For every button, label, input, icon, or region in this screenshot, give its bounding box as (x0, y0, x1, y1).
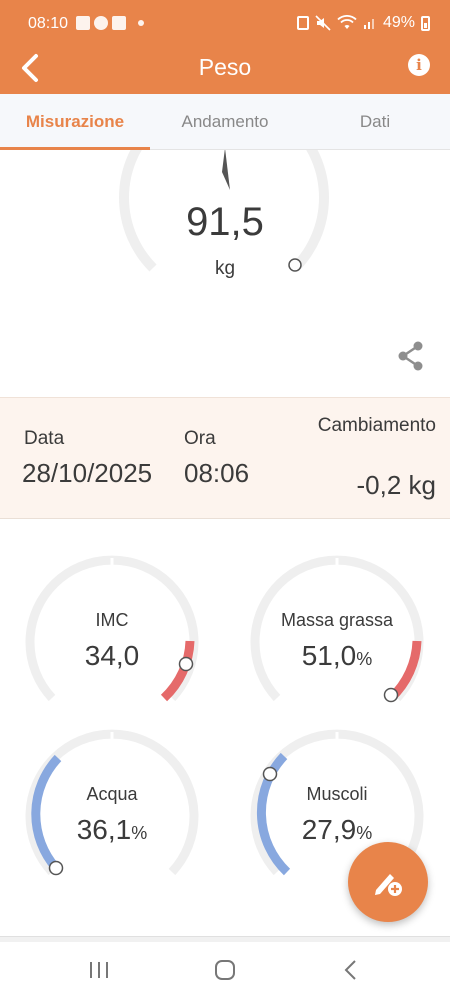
metric-label: Acqua (86, 784, 138, 804)
tab-bar: Misurazione Andamento Dati (0, 94, 450, 150)
date-label: Data (24, 428, 65, 449)
acqua-gauge-arc (25, 729, 199, 876)
metric-unit: % (131, 823, 148, 843)
notification-icons (76, 16, 144, 30)
date-value: 28/10/2025 (22, 458, 153, 488)
system-status: 49% (296, 14, 430, 32)
signal-icon (363, 19, 374, 29)
imc-gauge-arc (25, 555, 199, 702)
weight-needle (222, 150, 230, 190)
back-nav-icon (344, 960, 356, 980)
metric-gauge-acqua[interactable]: Acqua 36,1% (22, 726, 202, 896)
status-time: 08:10 (28, 15, 69, 32)
time-label: Ora (184, 428, 216, 449)
info-button[interactable]: i (408, 54, 430, 76)
status-bar: 08:10 49% (0, 0, 450, 48)
avatar-notification-icon (94, 16, 108, 30)
massa-grassa-gauge-arc (250, 555, 424, 703)
app-bar: Peso i (0, 48, 450, 94)
metric-value-wrap: 36,1% (22, 814, 202, 846)
home-icon (215, 960, 235, 980)
home-button[interactable] (213, 958, 237, 987)
weight-unit: kg (214, 258, 236, 279)
system-nav-bar (0, 942, 450, 1000)
time-value: 08:06 (184, 458, 250, 488)
metric-unit: % (356, 823, 373, 843)
check-notification-icon (112, 16, 126, 30)
share-icon (398, 341, 423, 371)
metric-value-wrap: 34,0 (22, 640, 202, 672)
measurement-details: Data 28/10/2025 Ora 08:06 Cambiamento -0… (0, 397, 450, 519)
gallery-notification-icon (76, 16, 90, 30)
edit-add-icon (375, 874, 402, 896)
metric-value: 34,0 (84, 640, 140, 671)
mute-icon (315, 15, 331, 31)
more-notifications-dot-icon (138, 20, 144, 26)
tab-dati[interactable]: Dati (300, 94, 450, 149)
weight-value: 91,5 (186, 200, 264, 244)
metric-value: 36,1 (76, 814, 132, 845)
battery-percent: 49% (382, 14, 415, 31)
page-title: Peso (198, 54, 252, 80)
metric-label: Muscoli (306, 784, 368, 804)
metric-label: IMC (95, 610, 129, 630)
add-measurement-button[interactable] (348, 842, 428, 922)
back-nav-button[interactable] (340, 958, 362, 987)
change-label: Cambiamento (317, 415, 436, 436)
recent-apps-button[interactable] (88, 958, 110, 987)
metric-label: Massa grassa (280, 610, 394, 630)
vibrate-icon (296, 16, 309, 30)
metric-value: 27,9 (301, 814, 357, 845)
metric-gauge-massa-grassa[interactable]: Massa grassa 51,0% (247, 552, 427, 722)
acqua-marker (48, 860, 64, 876)
metric-unit: % (356, 649, 373, 669)
metric-value: 51,0 (301, 640, 357, 671)
metric-value-wrap: 27,9% (247, 814, 427, 846)
change-value: -0,2 kg (356, 470, 437, 500)
recent-apps-icon (90, 962, 108, 978)
battery-icon (421, 15, 430, 31)
muscoli-marker (262, 766, 278, 782)
tab-misurazione[interactable]: Misurazione (0, 94, 150, 150)
massa-grassa-marker (383, 687, 399, 703)
metric-value-wrap: 51,0% (247, 640, 427, 672)
wifi-icon (337, 15, 357, 29)
tab-andamento[interactable]: Andamento (150, 94, 300, 149)
info-icon: i (416, 56, 422, 74)
metric-gauge-imc[interactable]: IMC 34,0 (22, 552, 202, 722)
share-button[interactable] (396, 340, 426, 377)
